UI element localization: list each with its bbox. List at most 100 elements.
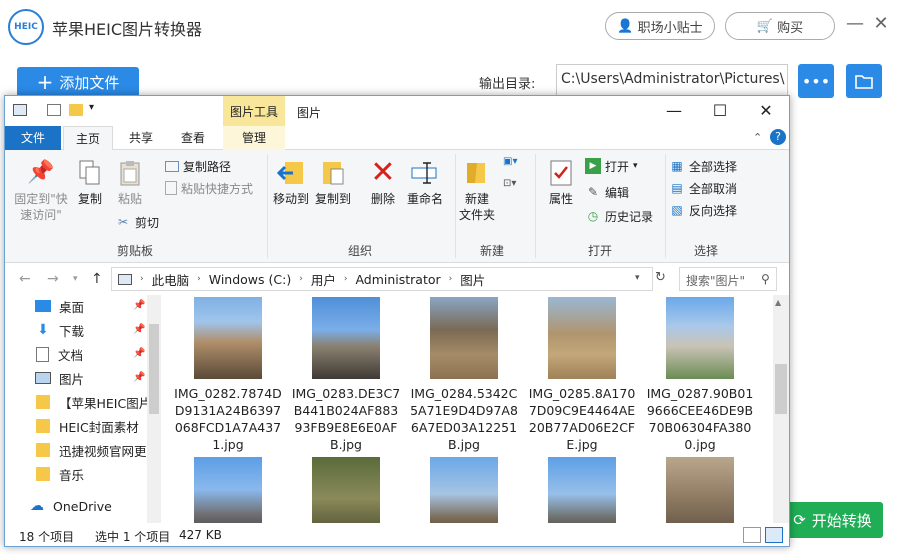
start-convert-button[interactable]: ⟳ 开始转换 [782, 502, 883, 538]
explorer-close-icon[interactable]: ✕ [743, 100, 789, 122]
explorer-maximize-icon[interactable]: ☐ [697, 100, 743, 122]
up-arrow-icon[interactable]: ↑ [91, 271, 103, 287]
ribbon-separator [665, 154, 666, 258]
nav-label: 图片 [59, 371, 85, 387]
delete-button[interactable]: ✕ 删除 [367, 158, 399, 207]
chevron-right-icon: › [197, 274, 201, 284]
pin-icon[interactable]: 📌 [133, 324, 145, 335]
open-folder-button[interactable] [846, 64, 882, 98]
explorer-title: 图片 [297, 106, 322, 120]
minimize-icon[interactable]: — [845, 14, 865, 34]
move-to-button[interactable]: 移动到 [271, 158, 311, 207]
file-tile[interactable]: IMG_0282.7874DD9131A24B6397068FCD1A7A437… [173, 297, 283, 453]
file-tile[interactable] [409, 457, 519, 523]
tab-share[interactable]: 共享 [117, 126, 165, 150]
file-tile[interactable] [645, 457, 755, 523]
quick-access-dropdown-icon[interactable]: ▾ [89, 102, 94, 113]
tab-file[interactable]: 文件 [5, 126, 61, 150]
easy-access-icon[interactable]: ⊡▾ [503, 178, 525, 196]
pin-quick-access-button[interactable]: 📌 固定到"快速访问" [9, 158, 73, 223]
selected-count: 选中 1 个项目 [95, 530, 171, 544]
pin-icon[interactable]: 📌 [133, 348, 145, 359]
address-row: ← → ▾ ↑ › 此电脑 › Windows (C:) › 用户 › Admi… [5, 263, 789, 295]
select-group-label: 选择 [693, 244, 718, 258]
back-arrow-icon[interactable]: ← [19, 271, 31, 287]
start-label: 开始转换 [811, 511, 872, 530]
file-tile[interactable] [173, 457, 283, 523]
edit-button[interactable]: ✎ 编辑 [585, 182, 629, 202]
recent-dropdown-icon[interactable]: ▾ [73, 274, 78, 284]
explorer-minimize-icon[interactable]: — [651, 100, 697, 122]
copy-label: 复制 [77, 192, 102, 206]
app-title: 苹果HEIC图片转换器 [52, 20, 203, 39]
breadcrumb-1[interactable]: Windows (C:) [209, 272, 291, 287]
properties-quick-icon[interactable] [47, 104, 61, 116]
paste-button[interactable]: 粘贴 [113, 158, 147, 207]
file-tile[interactable]: IMG_0284.5342C5A71E9D4D97A86A7ED03A12251… [409, 297, 519, 453]
nav-item-folder[interactable]: HEIC封面素材 [35, 415, 159, 437]
pin-icon[interactable]: 📌 [133, 300, 145, 311]
nav-item-music[interactable]: 音乐 [35, 463, 159, 485]
cut-button[interactable]: ✂ 剪切 [115, 212, 159, 232]
large-icons-view-icon[interactable] [765, 527, 783, 543]
close-icon[interactable]: ✕ [871, 14, 891, 34]
history-label: 历史记录 [605, 209, 654, 224]
pin-quick-access-label: 固定到"快速访问" [14, 192, 68, 222]
more-button[interactable]: ••• [798, 64, 834, 98]
tab-home[interactable]: 主页 [63, 126, 113, 151]
scroll-up-icon[interactable]: ▲ [775, 298, 781, 307]
invert-selection-button[interactable]: ▧ 反向选择 [669, 200, 737, 220]
search-icon: ⚲ [761, 272, 770, 286]
ribbon-collapse-icon[interactable]: ⌃ [753, 131, 762, 144]
details-view-icon[interactable] [743, 527, 761, 543]
nav-item-folder[interactable]: 【苹果HEIC图片 [35, 391, 159, 413]
nav-scrollbar-thumb[interactable] [149, 324, 159, 414]
new-item-icon[interactable]: ▣▾ [503, 156, 525, 174]
paste-shortcut-button[interactable]: 粘贴快捷方式 [165, 178, 253, 198]
file-name: IMG_0285.8A1707D09C9E4464AE20B77AD06E2CF… [528, 386, 636, 452]
breadcrumb-2[interactable]: 用户 [311, 270, 336, 289]
file-tile[interactable]: IMG_0283.DE3C7B441B024AF88393FB9E8E6E0AF… [291, 297, 401, 453]
tips-button[interactable]: 👤 职场小贴士 [605, 12, 715, 40]
breadcrumb-3[interactable]: Administrator [355, 272, 440, 287]
pin-icon[interactable]: 📌 [133, 372, 145, 383]
forward-arrow-icon[interactable]: → [47, 271, 59, 287]
tab-manage[interactable]: 管理 [223, 126, 285, 150]
ribbon: 📌 固定到"快速访问" 复制 粘贴 复制路径 粘贴快捷方式 ✂ 剪切 剪贴板 移… [5, 150, 789, 263]
buy-button[interactable]: 🛒 购买 [725, 12, 835, 40]
open-button[interactable]: ▶ 打开 ▾ [585, 156, 638, 176]
file-tile[interactable] [291, 457, 401, 523]
new-folder-button[interactable]: 新建 文件夹 [457, 158, 497, 223]
refresh-icon[interactable]: ↻ [655, 270, 666, 285]
add-file-button[interactable]: + 添加文件 [17, 67, 139, 97]
copy-to-button[interactable]: 复制到 [313, 158, 353, 207]
nav-label: HEIC封面素材 [59, 419, 139, 435]
open-icon: ▶ [585, 158, 601, 174]
help-icon[interactable]: ? [770, 129, 786, 145]
breadcrumb-0[interactable]: 此电脑 [152, 270, 190, 289]
address-dropdown-icon[interactable]: ▾ [635, 273, 640, 283]
breadcrumb-4[interactable]: 图片 [460, 270, 485, 289]
select-none-button[interactable]: ▤ 全部取消 [669, 178, 737, 198]
new-folder-quick-icon[interactable] [69, 104, 83, 116]
output-path-field[interactable]: C:\Users\Administrator\Pictures\ [556, 64, 788, 98]
file-tile[interactable] [527, 457, 637, 523]
select-all-button[interactable]: ▦ 全部选择 [669, 156, 737, 176]
history-button[interactable]: ◷ 历史记录 [585, 206, 653, 226]
file-tile[interactable]: IMG_0285.8A1707D09C9E4464AE20B77AD06E2CF… [527, 297, 637, 453]
photo-thumbnail [666, 457, 734, 523]
nav-label: 文档 [58, 347, 84, 363]
file-tile[interactable]: IMG_0287.90B019666CEE46DE9B70B06304FA380… [645, 297, 755, 453]
nav-item-onedrive[interactable]: ☁ OneDrive [29, 495, 153, 517]
content-scrollbar-thumb[interactable] [775, 364, 787, 414]
paste-shortcut-label: 粘贴快捷方式 [181, 181, 254, 196]
download-icon: ⬇ [37, 322, 49, 338]
rename-button[interactable]: 重命名 [405, 158, 445, 207]
address-bar[interactable]: › 此电脑 › Windows (C:) › 用户 › Administrato… [111, 267, 653, 291]
copy-button[interactable]: 复制 [73, 158, 107, 207]
nav-item-folder[interactable]: 迅捷视频官网更新 [35, 439, 159, 461]
tab-view[interactable]: 查看 [169, 126, 217, 150]
paste-label: 粘贴 [117, 192, 142, 206]
copy-path-button[interactable]: 复制路径 [165, 156, 231, 176]
properties-button[interactable]: 属性 [541, 158, 581, 207]
